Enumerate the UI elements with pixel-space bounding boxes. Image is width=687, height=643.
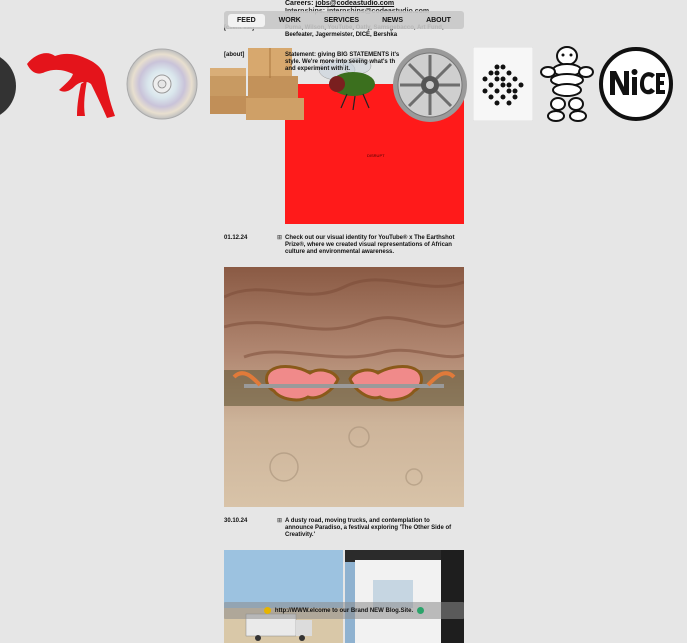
tab-work[interactable]: WORK bbox=[270, 14, 310, 27]
tab-news[interactable]: NEWS bbox=[373, 14, 412, 27]
post-date: 30.10.24 bbox=[224, 518, 248, 524]
globe-icon bbox=[417, 607, 425, 614]
truck-cab-image bbox=[345, 550, 464, 643]
post-text: Check out our visual identity for YouTub… bbox=[285, 235, 465, 256]
smiley-icon bbox=[263, 607, 271, 614]
about-line-1: Statement: giving BIG STATEMENTS it's bbox=[285, 52, 400, 58]
about-line-2: style. We're more into seeing what's th bbox=[285, 59, 396, 65]
puma-logo-icon[interactable] bbox=[25, 50, 120, 120]
nice-logo-icon[interactable] bbox=[599, 47, 673, 121]
post-image-earthshot[interactable] bbox=[224, 267, 464, 507]
cd-disc-icon[interactable] bbox=[126, 48, 198, 120]
michelin-man-icon[interactable] bbox=[538, 44, 596, 124]
post-text-line-1: Check out our visual identity for YouTub… bbox=[285, 235, 455, 241]
tab-feed[interactable]: FEED bbox=[228, 13, 265, 27]
client-list-line-2: Beefeater, Jagermeister, DICE, Bershka bbox=[285, 32, 398, 38]
red-card-caption: DISRUPT bbox=[367, 153, 385, 158]
tab-about[interactable]: ABOUT bbox=[417, 14, 460, 27]
post-text-line-2: announce Paradiso, a festival exploring … bbox=[285, 525, 452, 531]
about-line-3: and experiment with it. bbox=[285, 66, 351, 72]
post-image-truck-cab[interactable] bbox=[345, 550, 464, 643]
banner-text: http://WWW.elcome to our Brand NEW Blog.… bbox=[274, 607, 414, 614]
careers-email-link[interactable]: jobs@codeastudio.com bbox=[315, 0, 394, 7]
post-text-line-3: Creativity.' bbox=[285, 532, 315, 538]
careers-label: Careers: bbox=[285, 0, 314, 7]
sand-artwork-image bbox=[224, 267, 464, 507]
careers-line: Careers: jobs@codeastudio.com bbox=[285, 0, 394, 8]
moon-icon[interactable] bbox=[0, 52, 20, 120]
expand-icon[interactable]: ⊞ bbox=[277, 518, 282, 525]
truck-road-image bbox=[224, 550, 343, 643]
about-text: Statement: giving BIG STATEMENTS it's st… bbox=[285, 52, 465, 73]
post-text-line-1: A dusty road, moving trucks, and contemp… bbox=[285, 518, 430, 524]
welcome-banner[interactable]: http://WWW.elcome to our Brand NEW Blog.… bbox=[224, 602, 464, 619]
post-text: A dusty road, moving trucks, and contemp… bbox=[285, 518, 465, 539]
dot-pattern-icon[interactable] bbox=[473, 47, 533, 121]
post-image-truck-road[interactable] bbox=[224, 550, 343, 643]
post-date: 01.12.24 bbox=[224, 235, 248, 241]
top-nav: FEED WORK SERVICES NEWS ABOUT bbox=[224, 11, 464, 29]
post-text-line-2: Prize®, where we created visual represen… bbox=[285, 242, 452, 248]
post-text-line-3: culture and environmental awareness. bbox=[285, 249, 395, 255]
expand-icon[interactable]: ⊞ bbox=[277, 235, 282, 242]
tab-services[interactable]: SERVICES bbox=[315, 14, 368, 27]
